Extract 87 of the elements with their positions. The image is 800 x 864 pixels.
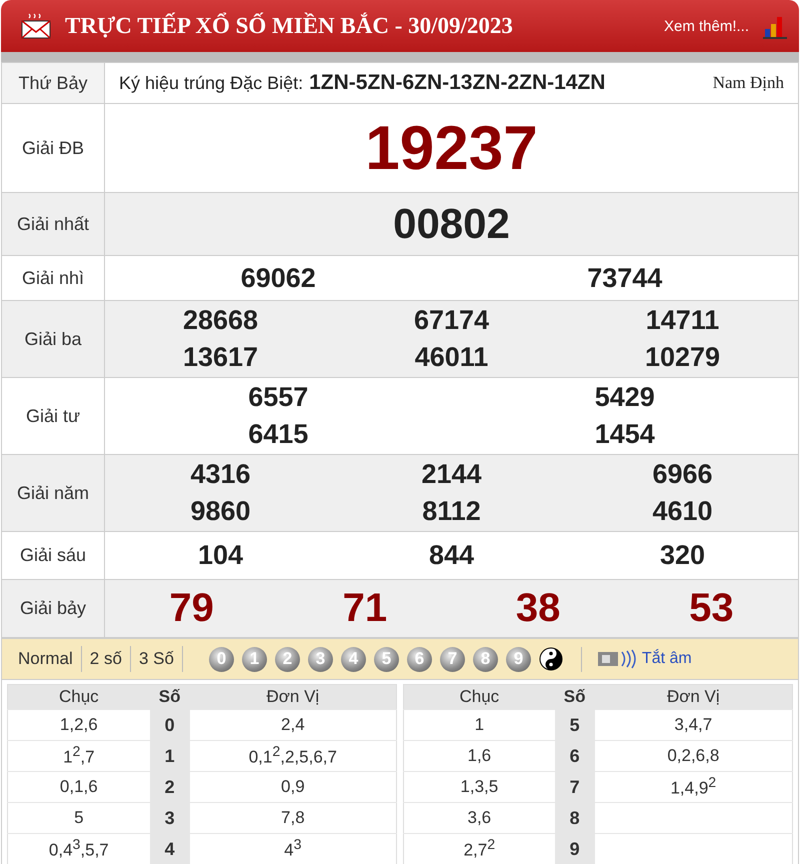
mute-link[interactable]: Tắt âm [642,650,692,668]
prize-number: 71 [342,586,388,631]
prize-number: 13617 [182,342,258,373]
prize-number: 10279 [644,342,720,373]
province-label: Nam Định [712,73,784,93]
prize-label: Giải bảy [2,580,105,637]
prize-number: 9860 [190,496,251,527]
table-cell: 0,9 [190,772,396,802]
digit-ball[interactable]: 5 [374,646,399,672]
table-cell: 7,8 [190,802,396,834]
column-header: Số [554,684,595,710]
special-code: 1ZN-5ZN-6ZN-13ZN-2ZN-14ZN [309,71,606,95]
table-cell: 0,2,6,8 [594,740,792,772]
table-cell: 3,6 [404,802,555,834]
prize-number: 67174 [414,305,490,336]
prize-number: 73744 [587,262,662,294]
table-cell: 6 [554,740,595,772]
prize-number: 4610 [652,496,713,527]
table-cell: 0,1,6 [8,772,150,802]
prize-number: 38 [516,586,560,631]
column-header: Đơn Vị [190,684,396,710]
table-cell: 1,6 [404,740,555,772]
prize-number: 4316 [190,459,251,490]
digit-ball[interactable]: 4 [340,646,366,672]
prize-number: 6966 [652,459,713,490]
column-header: Số [150,684,190,710]
table-cell: 5 [554,710,595,740]
digit-ball[interactable]: 0 [208,646,234,672]
prize-number: 2144 [421,459,482,490]
digit-ball[interactable]: 9 [506,646,531,672]
table-cell: 2 [150,772,190,802]
mode-button[interactable]: Normal [10,646,82,672]
digit-ball[interactable]: 6 [406,646,432,672]
digit-ball[interactable]: 2 [274,646,300,672]
table-cell: 0,1$^{2}$,2,5,6,7 [190,740,396,772]
column-header: Đơn Vị [594,684,792,710]
table-cell: 5 [8,802,150,834]
table-cell: 1$^{2}$,7 [8,740,150,772]
prize-number: 6557 [248,382,308,413]
prize-number: 00802 [393,200,510,248]
table-cell: 4 [150,834,190,864]
prize-number: 69062 [240,262,316,294]
digit-ball[interactable]: 1 [242,646,267,672]
prize-number: 79 [169,586,214,631]
table-cell: 1,2,6 [8,710,150,740]
prize-number: 320 [660,540,706,571]
mode-button[interactable]: 3 Số [130,646,183,672]
table-cell: 2,4 [190,710,396,740]
yin-yang-icon[interactable] [538,647,563,671]
envelope-icon [21,13,51,39]
digit-ball[interactable]: 7 [440,646,465,672]
prize-number: 1454 [594,419,655,450]
prize-number: 53 [689,586,734,631]
table-cell: 1,4,9$^{2}$ [594,772,792,802]
table-cell: 4$^{3}$ [190,834,396,864]
table-cell: 3 [150,802,190,834]
table-cell: 1 [150,740,190,772]
header-title: TRỰC TIẾP XỔ SỐ MIỀN BẮC - 30/09/2023 [65,13,514,39]
table-cell: 3,4,7 [594,710,792,740]
table-cell: 1,3,5 [404,772,555,802]
column-header: Chục [8,684,150,710]
prize-label: Giải ba [2,301,105,377]
column-header: Chục [404,684,555,710]
table-cell: 8 [554,802,595,834]
prize-number: 14711 [646,305,720,336]
table-cell: 0,4$^{3}$,5,7 [8,834,150,864]
prize-label: Giải nhất [2,193,105,255]
table-cell: 0 [150,710,190,740]
code-label: Ký hiệu trúng Đặc Biệt: [119,72,304,94]
table-cell: 1 [404,710,555,740]
table-cell: 9 [554,834,595,864]
prize-number: 844 [428,540,474,571]
prize-number: 104 [198,540,244,571]
prize-number: 5429 [594,382,655,413]
prize-number: 8112 [422,496,481,527]
mode-button[interactable]: 2 số [82,646,131,672]
speaker-icon [596,648,636,670]
prize-number: 19237 [365,112,538,184]
digit-ball[interactable]: 3 [308,646,333,672]
more-link[interactable]: Xem thêm!... [664,18,749,34]
prize-label: Giải năm [2,455,105,531]
table-cell: 7 [554,772,595,802]
table-cell: 2,7$^{2}$ [404,834,555,864]
prize-number: 28668 [182,305,258,336]
prize-number: 46011 [414,342,488,373]
prize-number: 6415 [248,419,308,450]
digit-ball[interactable]: 8 [472,646,498,672]
